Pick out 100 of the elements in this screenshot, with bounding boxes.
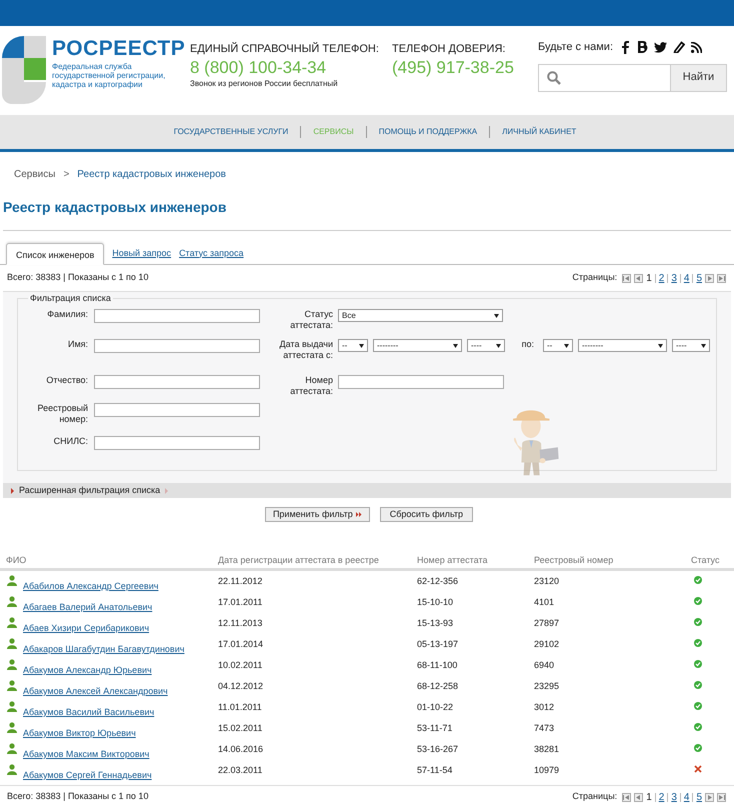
table-cell-text: 27897 bbox=[534, 617, 560, 630]
table-cell-text: 04.12.2012 bbox=[218, 680, 264, 693]
logo-subtitle: Федеральная служба государственной регистрации, кадастра и картографии bbox=[52, 62, 166, 89]
dropdown[interactable]: ---- bbox=[672, 339, 710, 352]
vk-icon[interactable] bbox=[637, 41, 648, 54]
first-page-icon[interactable] bbox=[622, 274, 632, 282]
column-header[interactable]: Статус bbox=[690, 554, 734, 568]
social-label: Будьте с нами: bbox=[538, 40, 614, 55]
dropdown[interactable]: -- bbox=[543, 339, 573, 352]
last-page-icon[interactable] bbox=[717, 274, 726, 282]
table-cell-text: 15-13-93 bbox=[417, 617, 454, 630]
nav-link[interactable]: ПОМОЩЬ И ПОДДЕРЖКА bbox=[378, 126, 478, 138]
page-link[interactable]: 2 bbox=[658, 270, 664, 286]
engineer-link[interactable]: Абакумов Виктор Юрьевич bbox=[23, 727, 136, 740]
table-cell-text: 53-11-71 bbox=[417, 722, 454, 735]
engineer-link[interactable]: Абакумов Максим Викторович bbox=[23, 748, 150, 762]
table-cell-text: 4101 bbox=[534, 596, 556, 609]
dropdown[interactable]: -- bbox=[338, 339, 368, 352]
engineer-link[interactable]: Абакумов Василий Васильевич bbox=[23, 706, 154, 720]
text-input[interactable] bbox=[94, 339, 260, 353]
text-input[interactable] bbox=[94, 309, 260, 323]
text-input[interactable] bbox=[338, 375, 504, 389]
tab[interactable]: Список инженеров bbox=[6, 243, 104, 265]
table-cell-text: 11.01.2011 bbox=[218, 701, 263, 714]
hotline-note: Звонок из регионов России бесплатный bbox=[190, 78, 339, 90]
next-page-icon[interactable] bbox=[705, 274, 714, 282]
caret-icon bbox=[564, 344, 569, 348]
page-link[interactable]: 5 bbox=[696, 270, 702, 286]
text-input[interactable] bbox=[94, 436, 260, 450]
column-header[interactable]: ФИО bbox=[3, 554, 218, 568]
engineer-link[interactable]: Абакумов Алексей Александрович bbox=[23, 685, 168, 698]
dropdown[interactable]: ---- bbox=[467, 339, 505, 352]
triangle-icon bbox=[165, 488, 168, 494]
person-icon bbox=[7, 575, 17, 586]
page-link[interactable]: 4 bbox=[684, 270, 690, 286]
table-cell-text: 17.01.2011 bbox=[218, 596, 264, 609]
table-cell-text: 29102 bbox=[534, 638, 560, 651]
summary-text: Всего: 38383 | Показаны с 1 по 10 bbox=[7, 271, 148, 284]
search-field[interactable] bbox=[538, 64, 671, 92]
page-link[interactable]: 1 bbox=[646, 270, 652, 286]
dropdown[interactable]: -------- bbox=[578, 339, 667, 352]
engineer-link[interactable]: Абакаров Шагабутдин Багавутдинович bbox=[23, 643, 184, 656]
engineer-link[interactable]: Абакумов Сергей Геннадьевич bbox=[23, 769, 152, 782]
extended-filter-label: Расширенная фильтрация списка bbox=[19, 484, 160, 497]
table-cell-text: 15-10-10 bbox=[417, 596, 454, 609]
column-header[interactable]: Реестровый номер bbox=[534, 554, 690, 568]
page-link[interactable]: 4 bbox=[684, 790, 690, 804]
table-cell-text: 53-16-267 bbox=[417, 743, 460, 756]
table-cell-text: 3012 bbox=[534, 701, 556, 714]
column-header[interactable]: Дата регистрации аттестата в реестре bbox=[218, 554, 417, 568]
text-input[interactable] bbox=[94, 403, 260, 417]
hotline-phone: 8 (800) 100-34-34 bbox=[190, 58, 328, 78]
tab[interactable]: Новый запрос bbox=[112, 246, 172, 264]
caret-icon bbox=[453, 344, 458, 348]
page-title: Реестр кадастровых инженеров bbox=[2, 198, 228, 217]
table-cell-text: 38281 bbox=[534, 743, 560, 756]
person-icon bbox=[7, 743, 17, 754]
table-cell-text: 10.02.2011 bbox=[218, 659, 264, 672]
last-page-icon[interactable] bbox=[717, 792, 726, 802]
breadcrumb-link[interactable]: Сервисы bbox=[14, 166, 56, 182]
page-link[interactable]: 2 bbox=[658, 790, 664, 804]
caret-icon bbox=[701, 344, 706, 348]
page-link[interactable]: 3 bbox=[671, 790, 677, 804]
first-page-icon[interactable] bbox=[622, 792, 632, 802]
apply-filter-button[interactable]: Применить фильтр bbox=[264, 507, 370, 522]
field-label: Реестровый номер: bbox=[36, 403, 88, 425]
table-cell-text: 23295 bbox=[534, 680, 560, 693]
previous-page-icon[interactable] bbox=[634, 274, 644, 282]
engineer-link[interactable]: Абакумов Александр Юрьевич bbox=[23, 664, 152, 678]
table-cell-text: 57-11-54 bbox=[417, 764, 454, 777]
pencil-icon[interactable] bbox=[673, 41, 686, 54]
breadcrumb-link[interactable]: Реестр кадастровых инженеров bbox=[77, 166, 226, 182]
engineer-link[interactable]: Абабилов Александр Сергеевич bbox=[23, 580, 158, 594]
facebook-icon[interactable] bbox=[621, 40, 632, 54]
engineer-link[interactable]: Абаев Хизири Серибарикович bbox=[23, 622, 150, 636]
dropdown[interactable]: Все bbox=[338, 309, 503, 322]
field-label: Дата выдачи аттестата с: bbox=[278, 339, 333, 361]
field-label: Статус аттестата: bbox=[289, 309, 333, 331]
tab[interactable]: Статус запроса bbox=[179, 246, 244, 264]
table-cell-text: 10979 bbox=[534, 764, 560, 777]
search-icon bbox=[547, 70, 561, 84]
nav-link[interactable]: ЛИЧНЫЙ КАБИНЕТ bbox=[502, 126, 576, 138]
extended-filter-bar[interactable]: Расширенная фильтрация списка bbox=[3, 483, 731, 498]
reset-filter-button[interactable]: Сбросить фильтр bbox=[380, 507, 474, 522]
next-page-icon[interactable] bbox=[705, 792, 714, 802]
column-header[interactable]: Номер аттестата bbox=[417, 554, 534, 568]
twitter-icon[interactable] bbox=[654, 42, 668, 53]
rss-icon[interactable] bbox=[691, 42, 702, 53]
table-cell-text: 62-12-356 bbox=[417, 575, 460, 588]
previous-page-icon[interactable] bbox=[634, 792, 644, 802]
double-arrow-icon bbox=[356, 512, 362, 518]
search-button[interactable]: Найти bbox=[671, 64, 727, 92]
engineer-link[interactable]: Абагаев Валерий Анатольевич bbox=[23, 601, 152, 614]
text-input[interactable] bbox=[94, 375, 260, 389]
page-link[interactable]: 3 bbox=[671, 270, 677, 286]
page-link[interactable]: 1 bbox=[646, 790, 652, 804]
dropdown[interactable]: -------- bbox=[373, 339, 462, 352]
nav-link[interactable]: ГОСУДАРСТВЕННЫЕ УСЛУГИ bbox=[174, 126, 288, 138]
page-link[interactable]: 5 bbox=[696, 790, 702, 804]
pager-label: Страницы: bbox=[572, 790, 618, 804]
